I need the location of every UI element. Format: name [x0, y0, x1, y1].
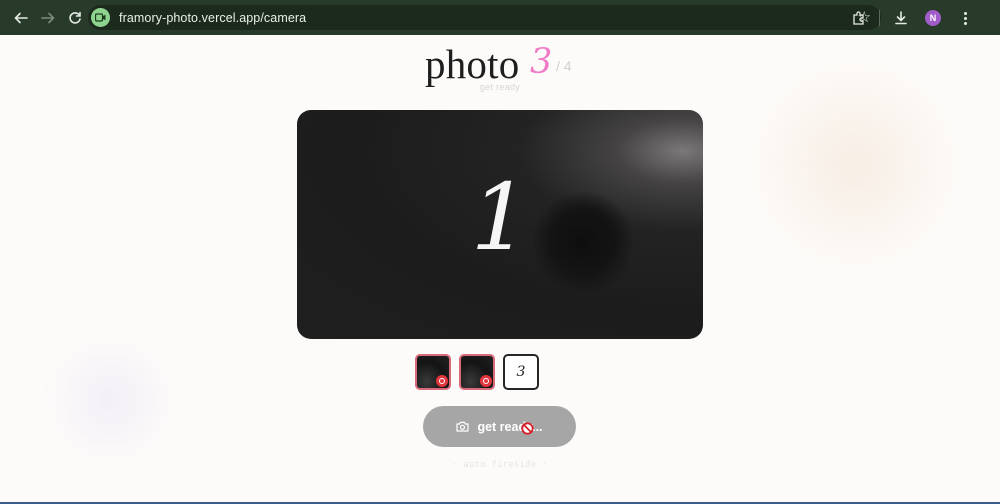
status-text: get ready — [479, 82, 521, 92]
photo-slot-3: 3 — [503, 354, 539, 390]
hint-text: · auto fireside · — [452, 460, 548, 470]
download-icon — [895, 11, 907, 25]
forward-button[interactable] — [35, 5, 61, 31]
address-bar[interactable]: framory-photo.vercel.app/camera ☆ — [88, 5, 881, 30]
site-info-icon[interactable] — [91, 8, 110, 27]
camera-icon — [456, 421, 470, 432]
photo-thumbnail-2[interactable] — [459, 354, 495, 390]
current-shot-number: 3 — [530, 42, 553, 82]
page-title: photo 3 / 4 — [0, 36, 1000, 87]
capture-button[interactable]: get ready... — [423, 406, 576, 447]
extensions-button[interactable] — [845, 5, 871, 31]
more-vertical-icon — [963, 11, 967, 25]
retake-icon[interactable] — [480, 375, 492, 387]
downloads-button[interactable] — [888, 5, 914, 31]
retake-icon[interactable] — [436, 375, 448, 387]
photo-strip: 3 — [415, 354, 539, 390]
not-allowed-cursor-icon — [521, 422, 534, 435]
avatar: N — [925, 10, 941, 26]
reload-button[interactable] — [62, 5, 88, 31]
toolbar-divider — [879, 10, 880, 26]
photo-thumbnail-1[interactable] — [415, 354, 451, 390]
browser-toolbar: framory-photo.vercel.app/camera ☆ N — [0, 0, 1000, 35]
total-shots: / 4 — [556, 58, 572, 74]
camera-preview: 1 — [297, 110, 703, 339]
countdown-number: 1 — [470, 164, 530, 271]
arrow-left-icon — [14, 12, 28, 23]
profile-button[interactable]: N — [920, 5, 946, 31]
back-button[interactable] — [8, 5, 34, 31]
reload-icon — [69, 11, 81, 24]
title-word: photo — [425, 41, 520, 87]
browser-menu-button[interactable] — [952, 5, 978, 31]
background-glow — [40, 330, 180, 470]
arrow-right-icon — [41, 12, 55, 23]
puzzle-icon — [852, 10, 864, 25]
url-text[interactable]: framory-photo.vercel.app/camera — [119, 11, 306, 25]
